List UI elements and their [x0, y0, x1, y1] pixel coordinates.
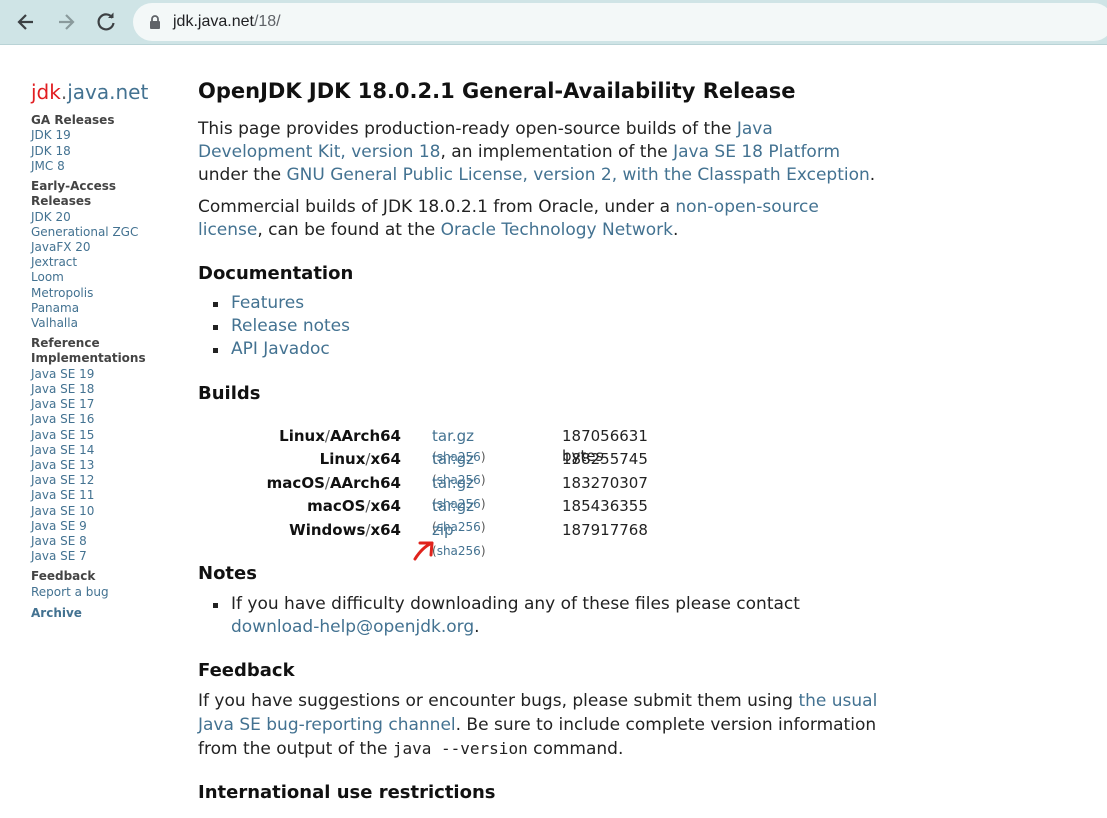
build-package: zip (sha256): [432, 520, 486, 561]
url-text: jdk.java.net/18/: [173, 13, 281, 30]
sidebar-heading: Reference Implementations: [31, 336, 146, 366]
sidebar-item-jdk-19[interactable]: JDK 19: [31, 128, 171, 143]
builds-heading: Builds: [198, 382, 261, 404]
sidebar-item-javafx-20[interactable]: JavaFX 20: [31, 240, 171, 255]
intl-restrictions-heading: International use restrictions: [198, 782, 496, 804]
arrow-right-icon: [59, 14, 75, 30]
forward-button[interactable]: [52, 8, 80, 36]
build-download-link[interactable]: zip: [432, 521, 454, 539]
build-platform: Windows/x64: [289, 520, 401, 539]
sha256-link[interactable]: sha256: [437, 544, 481, 558]
sidebar-item-panama[interactable]: Panama: [31, 301, 171, 316]
build-download-link[interactable]: tar.gz: [432, 474, 474, 492]
sidebar-item-valhalla[interactable]: Valhalla: [31, 316, 171, 331]
build-download-link[interactable]: tar.gz: [432, 497, 474, 515]
feedback-heading: Feedback: [198, 660, 295, 682]
build-platform: Linux/x64: [319, 450, 401, 469]
site-logo[interactable]: jdk.java.net: [31, 79, 171, 105]
address-bar[interactable]: jdk.java.net/18/: [133, 3, 1107, 41]
browser-toolbar: jdk.java.net/18/: [0, 0, 1107, 45]
sidebar-item-jextract[interactable]: Jextract: [31, 255, 171, 270]
build-size: 188255745: [562, 450, 648, 469]
sidebar-heading: GA Releases: [31, 113, 115, 127]
build-download-link[interactable]: tar.gz: [432, 450, 474, 468]
list-item: API Javadoc: [213, 338, 888, 361]
sidebar: jdk.java.net GA Releases JDK 19 JDK 18 JMC …: [31, 79, 171, 621]
arrow-left-icon: [17, 14, 33, 30]
sha-label: (sha256): [432, 543, 486, 558]
build-size: 185436355: [562, 497, 648, 516]
sidebar-item-jdk-20[interactable]: JDK 20: [31, 210, 171, 225]
sidebar-item-java-se-18[interactable]: Java SE 18: [31, 382, 171, 397]
version-command: java --version: [392, 738, 528, 758]
otn-link[interactable]: Oracle Technology Network: [441, 220, 673, 240]
list-item: Release notes: [213, 315, 888, 338]
feedback-paragraph: If you have suggestions or encounter bug…: [198, 691, 878, 759]
list-item: Features: [213, 292, 888, 315]
features-link[interactable]: Features: [231, 293, 304, 313]
page-title: OpenJDK JDK 18.0.2.1 General-Availabilit…: [198, 79, 796, 103]
gpl-link[interactable]: GNU General Public License, version 2, w…: [287, 165, 870, 185]
javase18-platform-link[interactable]: Java SE 18 Platform: [673, 142, 840, 162]
sidebar-item-jmc-8[interactable]: JMC 8: [31, 159, 171, 174]
sidebar-item-loom[interactable]: Loom: [31, 270, 171, 285]
build-platform: Linux/AArch64: [279, 427, 401, 445]
back-button[interactable]: [12, 8, 40, 36]
sidebar-item-metropolis[interactable]: Metropolis: [31, 286, 171, 301]
notes-list: If you have difficulty downloading any o…: [198, 593, 888, 639]
reload-icon: [97, 12, 115, 31]
release-notes-link[interactable]: Release notes: [231, 316, 350, 336]
sidebar-heading: Feedback: [31, 569, 96, 584]
commercial-paragraph: Commercial builds of JDK 18.0.2.1 from O…: [198, 196, 819, 240]
documentation-heading: Documentation: [198, 263, 354, 285]
intro-paragraph: This page provides production-ready open…: [198, 119, 876, 186]
sidebar-archive-link[interactable]: Archive: [31, 606, 171, 621]
build-download-link[interactable]: tar.gz: [432, 427, 474, 445]
build-platform: macOS/x64: [307, 497, 401, 516]
build-platform: macOS/AArch64: [266, 473, 401, 492]
main-content: OpenJDK JDK 18.0.2.1 General-Availabilit…: [198, 76, 888, 803]
documentation-list: Features Release notes API Javadoc: [198, 292, 888, 362]
lock-icon: [150, 15, 160, 29]
sidebar-heading: Early-Access Releases: [31, 178, 117, 209]
sidebar-item-java-se-17[interactable]: Java SE 17: [31, 397, 171, 412]
reload-button[interactable]: [92, 8, 120, 36]
download-help-email-link[interactable]: download-help@openjdk.org: [231, 617, 474, 637]
api-javadoc-link[interactable]: API Javadoc: [231, 339, 330, 359]
sidebar-item-jdk-18[interactable]: JDK 18: [31, 144, 171, 159]
sidebar-item-generational-zgc[interactable]: Generational ZGC: [31, 225, 171, 240]
list-item: If you have difficulty downloading any o…: [213, 593, 888, 639]
annotation-arrow-icon: [413, 541, 434, 561]
sidebar-item-java-se-7[interactable]: Java SE 7: [31, 549, 171, 564]
sidebar-item-report-a-bug[interactable]: Report a bug: [31, 585, 171, 600]
build-size: 187917768: [562, 520, 648, 539]
sidebar-item-java-se-19[interactable]: Java SE 19: [31, 367, 171, 382]
build-size: 183270307: [562, 473, 648, 492]
notes-heading: Notes: [198, 563, 257, 584]
